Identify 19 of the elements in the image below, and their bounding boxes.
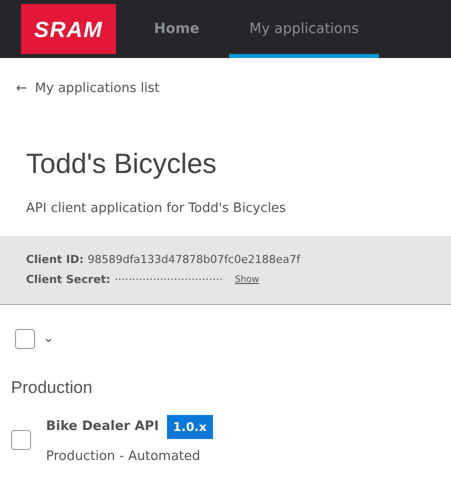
show-link[interactable]: Show (234, 274, 260, 287)
section-heading: Production (10, 377, 94, 399)
caret-icon[interactable]: ⌄ (43, 329, 54, 349)
credential-label: Client Secret: (26, 272, 110, 288)
nav-tab[interactable]: My applications (229, 0, 379, 58)
credential-label: Client ID: (26, 252, 84, 268)
description: API client application for Todd's Bicycles (25, 200, 287, 218)
back-link[interactable]: My applications list (34, 79, 160, 98)
page-title: Todd's Bicycles (25, 146, 218, 181)
version-badge: 1.0.x (167, 414, 213, 438)
back-arrow-icon[interactable]: ← (16, 79, 27, 98)
credential-value: ······························· (114, 272, 223, 288)
select-all-checkbox[interactable] (15, 329, 35, 349)
api-name: Bike Dealer API (46, 418, 160, 436)
credential-value: 98589dfa133d47878b07fc0e2188ea7f (88, 252, 300, 268)
api-subtitle: Production - Automated (46, 448, 202, 466)
nav-tab[interactable]: Home (124, 0, 230, 58)
logo[interactable]: SRAM (21, 4, 116, 54)
api-checkbox[interactable] (11, 430, 31, 450)
